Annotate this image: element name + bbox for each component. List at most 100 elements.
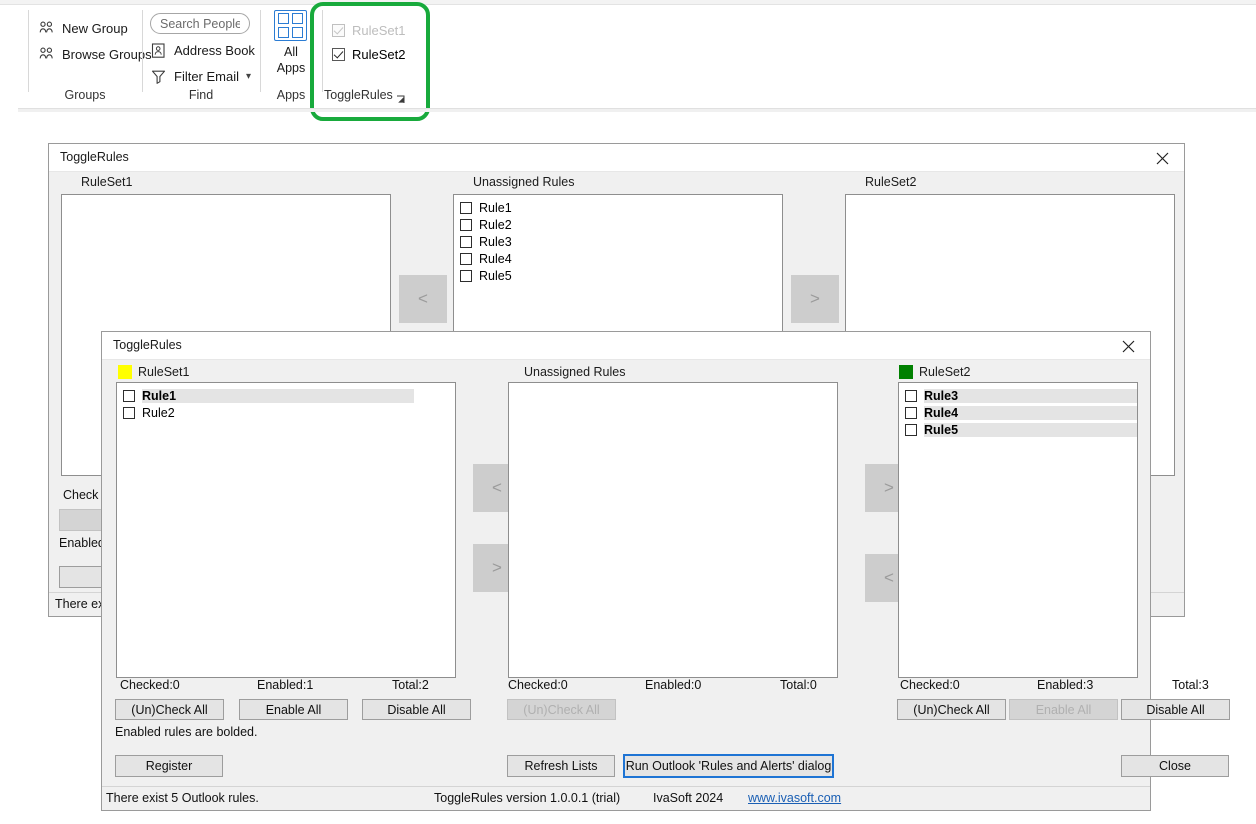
- ribbon-ruleset2-checkbox[interactable]: RuleSet2: [332, 47, 405, 62]
- enabled-bold-note: Enabled rules are bolded.: [115, 725, 258, 739]
- ribbon-browse-groups-label: Browse Groups: [62, 47, 152, 62]
- people-icon: [38, 46, 55, 63]
- apps-grid-cell: [278, 13, 289, 24]
- ribbon-divider: [28, 10, 29, 92]
- outlook-ribbon: New Group Browse Groups Groups Address B…: [0, 0, 1256, 121]
- back-status-text: There exi: [55, 597, 108, 611]
- ribbon-bottom-rule: [18, 108, 1256, 112]
- listbox-ruleset1[interactable]: Rule1 Rule2: [116, 382, 456, 678]
- back-dialog-title: ToggleRules: [60, 150, 129, 164]
- list-item[interactable]: Rule3: [899, 387, 1137, 404]
- uncheck-all-right-label: (Un)Check All: [913, 702, 990, 717]
- ribbon-address-book-button[interactable]: Address Book: [150, 42, 255, 59]
- ribbon-divider: [322, 10, 323, 92]
- left-checked-stat: Checked:0: [120, 678, 180, 692]
- back-col-label-unassigned: Unassigned Rules: [473, 175, 575, 189]
- ribbon-group-groups: New Group Browse Groups Groups: [30, 6, 152, 106]
- refresh-lists-button[interactable]: Refresh Lists: [507, 755, 615, 777]
- uncheck-all-left-button[interactable]: (Un)Check All: [115, 699, 224, 720]
- checkbox-icon[interactable]: [460, 269, 472, 282]
- ribbon-group-caption-groups: Groups: [64, 88, 106, 102]
- list-item-label: Rule5: [479, 268, 512, 283]
- uncheck-all-left-label: (Un)Check All: [131, 702, 208, 717]
- back-dialog-close-button[interactable]: [1140, 144, 1184, 172]
- checkbox-icon[interactable]: [123, 406, 135, 419]
- disable-all-left-label: Disable All: [387, 702, 446, 717]
- ruleset1-color-swatch: [118, 365, 132, 379]
- listbox-unassigned[interactable]: [508, 382, 838, 678]
- list-item[interactable]: Rule3: [454, 233, 782, 250]
- ribbon-new-group-button[interactable]: New Group: [38, 20, 128, 37]
- arrow-left-icon: <: [884, 568, 894, 587]
- list-item-label: Rule3: [479, 234, 512, 249]
- ribbon-filter-email-label: Filter Email: [174, 69, 240, 84]
- close-label: Close: [1159, 759, 1191, 773]
- dialog-launcher-icon[interactable]: [396, 94, 405, 103]
- checkbox-icon[interactable]: [460, 252, 472, 265]
- ribbon-filter-email-button[interactable]: Filter Email ▾: [150, 68, 251, 85]
- outlook-rules-count: There exist 5 Outlook rules.: [106, 791, 259, 805]
- checkbox-icon[interactable]: [905, 389, 917, 402]
- apps-grid-icon[interactable]: [274, 10, 307, 41]
- back-col-label-ruleset1: RuleSet1: [81, 175, 133, 189]
- list-item[interactable]: Rule1: [117, 387, 455, 404]
- ivasoft-website-link[interactable]: www.ivasoft.com: [748, 791, 841, 805]
- uncheck-all-middle-button[interactable]: (Un)Check All: [507, 699, 616, 720]
- ribbon-top-edge: [0, 0, 1256, 5]
- uncheck-all-right-button[interactable]: (Un)Check All: [897, 699, 1006, 720]
- enable-all-left-button[interactable]: Enable All: [239, 699, 348, 720]
- list-item[interactable]: Rule2: [454, 216, 782, 233]
- checkbox-icon[interactable]: [905, 423, 917, 436]
- arrow-left-icon: <: [418, 289, 428, 308]
- list-item[interactable]: Rule4: [899, 404, 1137, 421]
- refresh-lists-label: Refresh Lists: [524, 759, 598, 773]
- ribbon-group-togglerules: RuleSet1 RuleSet2 ToggleRules: [324, 6, 426, 106]
- list-item[interactable]: Rule5: [454, 267, 782, 284]
- back-move-right-button[interactable]: >: [791, 275, 839, 323]
- checkbox-icon[interactable]: [460, 201, 472, 214]
- checkbox-icon[interactable]: [460, 218, 472, 231]
- front-dialog-close-button[interactable]: [1106, 332, 1150, 360]
- list-item-label: Rule3: [924, 388, 1137, 403]
- list-item[interactable]: Rule4: [454, 250, 782, 267]
- disable-all-right-button[interactable]: Disable All: [1121, 699, 1230, 720]
- arrow-right-icon: >: [810, 289, 820, 308]
- all-apps-button[interactable]: All Apps: [262, 44, 320, 76]
- front-dialog-statusbar: There exist 5 Outlook rules. ToggleRules…: [102, 786, 1150, 810]
- ribbon-group-caption-find: Find: [188, 88, 214, 102]
- ribbon-browse-groups-button[interactable]: Browse Groups: [38, 46, 152, 63]
- register-button[interactable]: Register: [115, 755, 223, 777]
- middle-total-stat: Total:0: [780, 678, 817, 692]
- checkbox-icon[interactable]: [123, 389, 135, 402]
- back-move-left-button[interactable]: <: [399, 275, 447, 323]
- register-label: Register: [145, 759, 193, 773]
- close-button[interactable]: Close: [1121, 755, 1229, 777]
- list-item[interactable]: Rule5: [899, 421, 1137, 438]
- checkbox-icon[interactable]: [905, 406, 917, 419]
- arrow-left-icon: <: [492, 478, 502, 497]
- listbox-ruleset2[interactable]: Rule3 Rule4 Rule5: [898, 382, 1138, 678]
- disable-all-left-button[interactable]: Disable All: [362, 699, 471, 720]
- checkbox-icon[interactable]: [460, 235, 472, 248]
- search-people-input[interactable]: [150, 13, 250, 34]
- front-col-label-ruleset2: RuleSet2: [919, 365, 971, 379]
- right-enabled-stat: Enabled:3: [1037, 678, 1094, 692]
- list-item-label: Rule2: [479, 217, 512, 232]
- middle-checked-stat: Checked:0: [508, 678, 568, 692]
- run-rules-alerts-label: Run Outlook 'Rules and Alerts' dialog: [625, 759, 832, 773]
- list-item-label: Rule1: [142, 388, 414, 403]
- ribbon-ruleset1-label: RuleSet1: [352, 23, 406, 38]
- list-item[interactable]: Rule1: [454, 199, 782, 216]
- ribbon-ruleset1-checkbox[interactable]: RuleSet1: [332, 23, 405, 38]
- run-rules-alerts-dialog-button[interactable]: Run Outlook 'Rules and Alerts' dialog: [623, 754, 834, 778]
- list-item[interactable]: Rule2: [117, 404, 455, 421]
- middle-enabled-stat: Enabled:0: [645, 678, 702, 692]
- ribbon-group-caption-apps: Apps: [276, 88, 306, 102]
- uncheck-all-middle-label: (Un)Check All: [523, 702, 600, 717]
- list-item-label: Rule2: [142, 405, 175, 420]
- front-dialog-titlebar: ToggleRules: [102, 332, 1150, 360]
- front-dialog-title: ToggleRules: [113, 338, 182, 352]
- ribbon-group-caption-togglerules: ToggleRules: [324, 88, 393, 102]
- disable-all-right-label: Disable All: [1146, 702, 1205, 717]
- enable-all-right-button[interactable]: Enable All: [1009, 699, 1118, 720]
